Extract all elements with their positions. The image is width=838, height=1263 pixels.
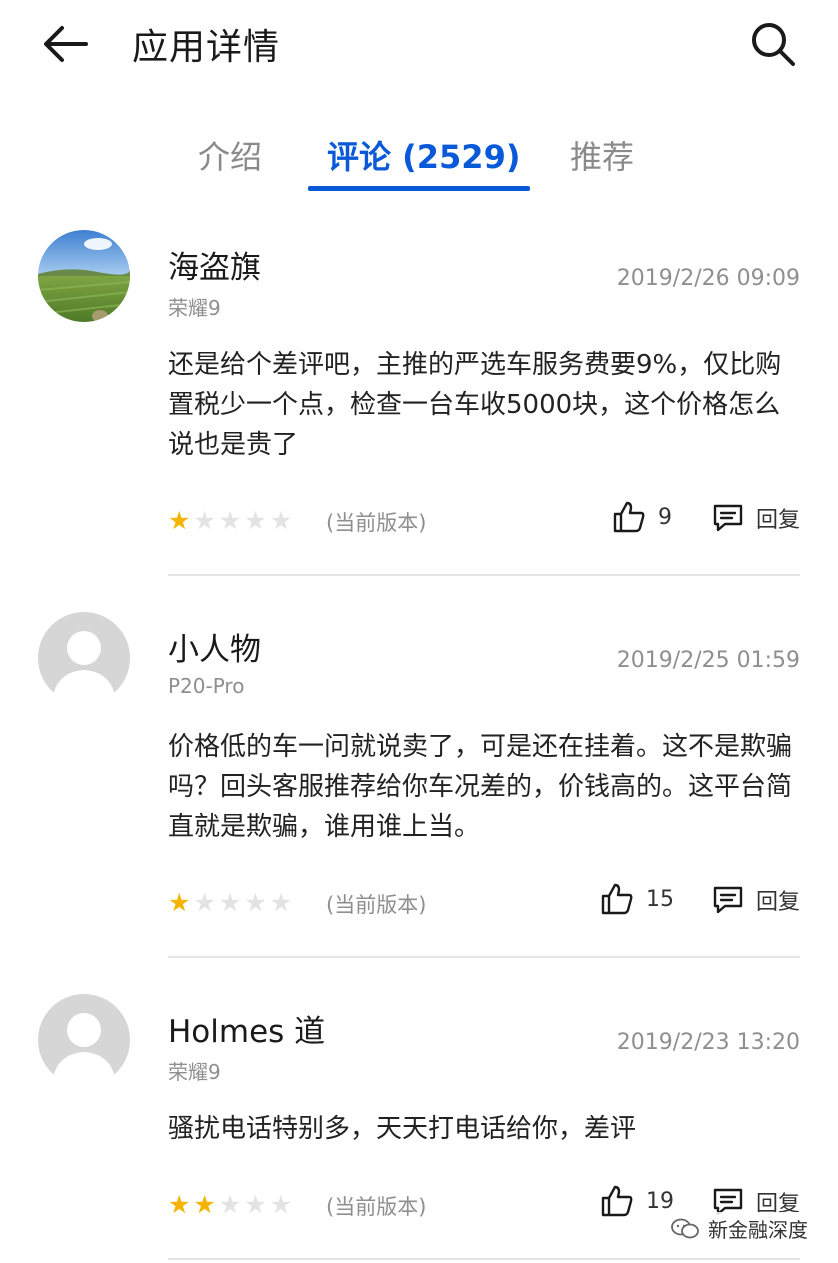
comment-icon <box>713 504 743 532</box>
star-empty-icon: ★ <box>193 888 216 917</box>
review-date: 2019/2/25 01:59 <box>616 648 800 673</box>
like-count: 9 <box>658 504 672 530</box>
tab-reviews[interactable]: 评论 (2529) <box>327 132 520 178</box>
back-arrow-icon <box>44 26 88 62</box>
device-model: P20-Pro <box>168 674 245 698</box>
version-label: (当前版本) <box>326 1195 427 1219</box>
like-button[interactable]: 15 <box>600 882 674 916</box>
device-model: 荣耀9 <box>168 296 221 320</box>
page-title: 应用详情 <box>132 27 281 68</box>
tab-recommend[interactable]: 推荐 <box>570 132 634 178</box>
reply-label: 回复 <box>755 508 800 533</box>
version-label: (当前版本) <box>326 893 427 917</box>
star-empty-icon: ★ <box>244 1190 267 1219</box>
star-filled-icon: ★ <box>168 506 191 535</box>
divider <box>168 956 800 958</box>
divider <box>168 574 800 576</box>
star-filled-icon: ★ <box>193 1190 216 1219</box>
default-avatar-icon <box>38 994 130 1086</box>
thumbs-up-icon <box>601 1185 633 1217</box>
star-empty-icon: ★ <box>218 1190 242 1219</box>
like-button[interactable]: 9 <box>612 500 672 534</box>
avatar[interactable] <box>38 230 130 322</box>
reply-button[interactable]: 回复 <box>712 502 800 534</box>
like-count: 19 <box>646 1188 674 1214</box>
tab-active-indicator <box>308 186 530 191</box>
review-text: 骚扰电话特别多，天天打电话给你，差评 <box>168 1114 637 1144</box>
like-button[interactable]: 19 <box>600 1184 674 1218</box>
landscape-avatar-image <box>38 230 130 322</box>
search-icon <box>752 23 795 66</box>
device-model: 荣耀9 <box>168 1060 221 1084</box>
review-text: 还是给个差评吧，主推的严选车服务费要9%，仅比购置税少一个点，检查一台车收500… <box>168 350 782 460</box>
star-rating: ★ ★ ★ ★ ★ <box>168 1192 292 1217</box>
default-avatar-icon <box>38 612 130 704</box>
reply-button[interactable]: 回复 <box>712 884 800 916</box>
star-empty-icon: ★ <box>244 506 267 535</box>
comment-icon <box>713 886 743 914</box>
user-name: 海盗旗 <box>168 250 261 286</box>
watermark: 新金融深度 <box>666 1212 812 1245</box>
star-empty-icon: ★ <box>218 506 242 535</box>
star-empty-icon: ★ <box>269 1190 293 1219</box>
star-filled-icon: ★ <box>168 888 191 917</box>
app-header: 应用详情 <box>0 0 838 90</box>
wechat-logo-icon <box>671 1218 699 1238</box>
divider <box>168 1258 800 1260</box>
star-rating: ★ ★ ★ ★ ★ <box>168 890 292 915</box>
review-text: 价格低的车一问就说卖了，可是还在挂着。这不是欺骗吗？回头客服推荐给你车况差的，价… <box>168 732 793 842</box>
tab-bar: 介绍 评论 (2529) 推荐 <box>0 122 838 196</box>
thumbs-up-icon <box>613 501 645 533</box>
like-count: 15 <box>646 886 674 912</box>
star-empty-icon: ★ <box>218 888 242 917</box>
user-name: Holmes 道 <box>168 1014 326 1050</box>
avatar[interactable] <box>38 994 130 1086</box>
star-empty-icon: ★ <box>269 506 293 535</box>
star-empty-icon: ★ <box>244 888 267 917</box>
review-date: 2019/2/26 09:09 <box>616 266 800 291</box>
reply-label: 回复 <box>755 890 800 915</box>
version-label: (当前版本) <box>326 511 427 535</box>
watermark-text: 新金融深度 <box>708 1218 808 1242</box>
star-empty-icon: ★ <box>193 506 216 535</box>
back-button[interactable] <box>38 20 94 68</box>
star-filled-icon: ★ <box>168 1190 191 1219</box>
avatar[interactable] <box>38 612 130 704</box>
star-empty-icon: ★ <box>269 888 293 917</box>
search-button[interactable] <box>744 18 802 70</box>
thumbs-up-icon <box>601 883 633 915</box>
user-name: 小人物 <box>168 632 261 668</box>
tab-intro[interactable]: 介绍 <box>198 132 262 178</box>
star-rating: ★ ★ ★ ★ ★ <box>168 508 292 533</box>
review-date: 2019/2/23 13:20 <box>616 1030 800 1055</box>
